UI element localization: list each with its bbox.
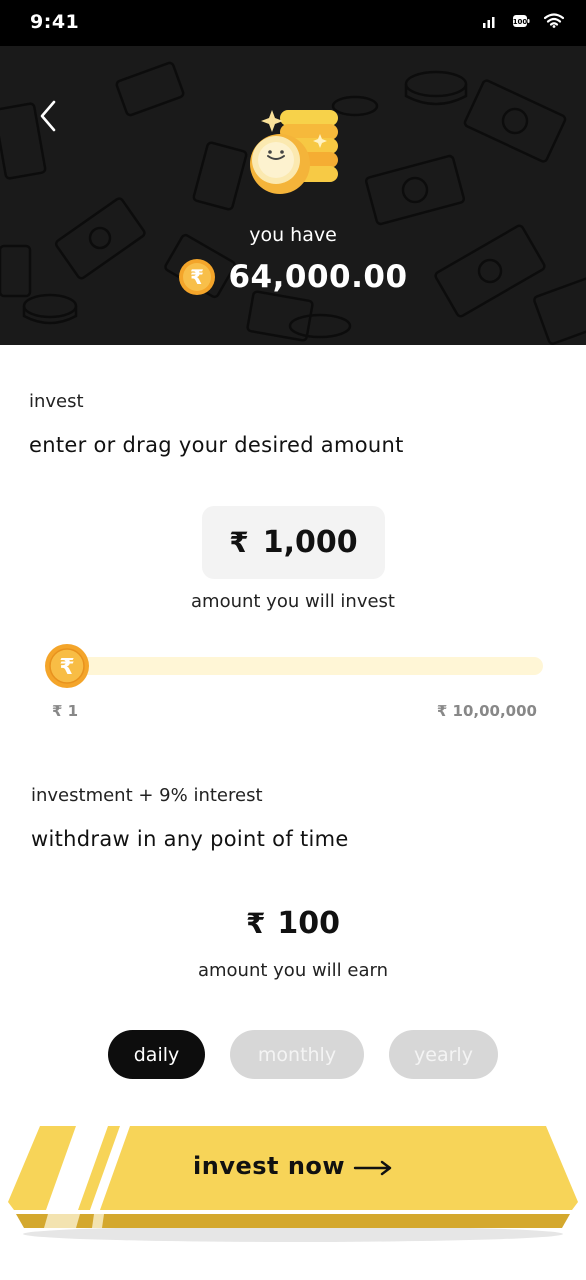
status-icons: 100 <box>482 13 564 28</box>
you-have-label: you have <box>249 224 337 246</box>
balance-row: ₹ 64,000.00 <box>0 258 586 296</box>
arrow-right-icon <box>353 1160 392 1176</box>
svg-text:100: 100 <box>513 18 528 26</box>
invest-amount-caption: amount you will invest <box>191 591 395 612</box>
svg-text:₹: ₹ <box>191 265 205 289</box>
rupee-coin-icon: ₹ <box>179 259 216 295</box>
slider-min-label: ₹ 1 <box>52 702 79 720</box>
invest-subtitle: enter or drag your desired amount <box>29 433 404 457</box>
invest-button-shape <box>8 1126 578 1242</box>
invest-now-button[interactable]: invest now <box>6 1124 580 1246</box>
svg-text:₹: ₹ <box>59 655 74 680</box>
balance-amount: 64,000.00 <box>228 259 408 295</box>
invest-title: invest <box>29 391 84 412</box>
earn-amount-value: 100 <box>277 906 341 941</box>
chevron-left-icon <box>40 100 56 132</box>
slider-max-label: ₹ 10,00,000 <box>436 702 537 720</box>
tab-yearly[interactable]: yearly <box>389 1030 498 1079</box>
currency-symbol: ₹ <box>245 907 266 940</box>
invest-now-label: invest now <box>193 1152 346 1180</box>
invest-amount-input[interactable]: ₹ 1,000 <box>202 506 385 579</box>
coin-stack-icon <box>250 110 338 194</box>
invest-amount-value: 1,000 <box>262 525 358 560</box>
amount-slider-track[interactable] <box>46 657 543 675</box>
back-button[interactable] <box>34 98 64 134</box>
status-bar: 9:41 100 <box>0 0 586 46</box>
status-time: 9:41 <box>30 11 80 33</box>
battery-icon: 100 <box>513 14 530 27</box>
slider-thumb-coin-icon[interactable]: ₹ <box>44 643 90 689</box>
balance-header: you have ₹ 64,000.00 <box>0 46 586 345</box>
earn-amount-row: ₹ 100 <box>0 906 586 941</box>
signal-icon <box>483 16 495 28</box>
tab-daily[interactable]: daily <box>108 1030 205 1079</box>
currency-symbol: ₹ <box>229 526 249 559</box>
tab-monthly[interactable]: monthly <box>230 1030 364 1079</box>
earnings-title: investment + 9% interest <box>31 785 263 806</box>
earn-amount-caption: amount you will earn <box>197 960 388 981</box>
earnings-subtitle: withdraw in any point of time <box>31 827 349 851</box>
wifi-icon <box>544 13 564 28</box>
